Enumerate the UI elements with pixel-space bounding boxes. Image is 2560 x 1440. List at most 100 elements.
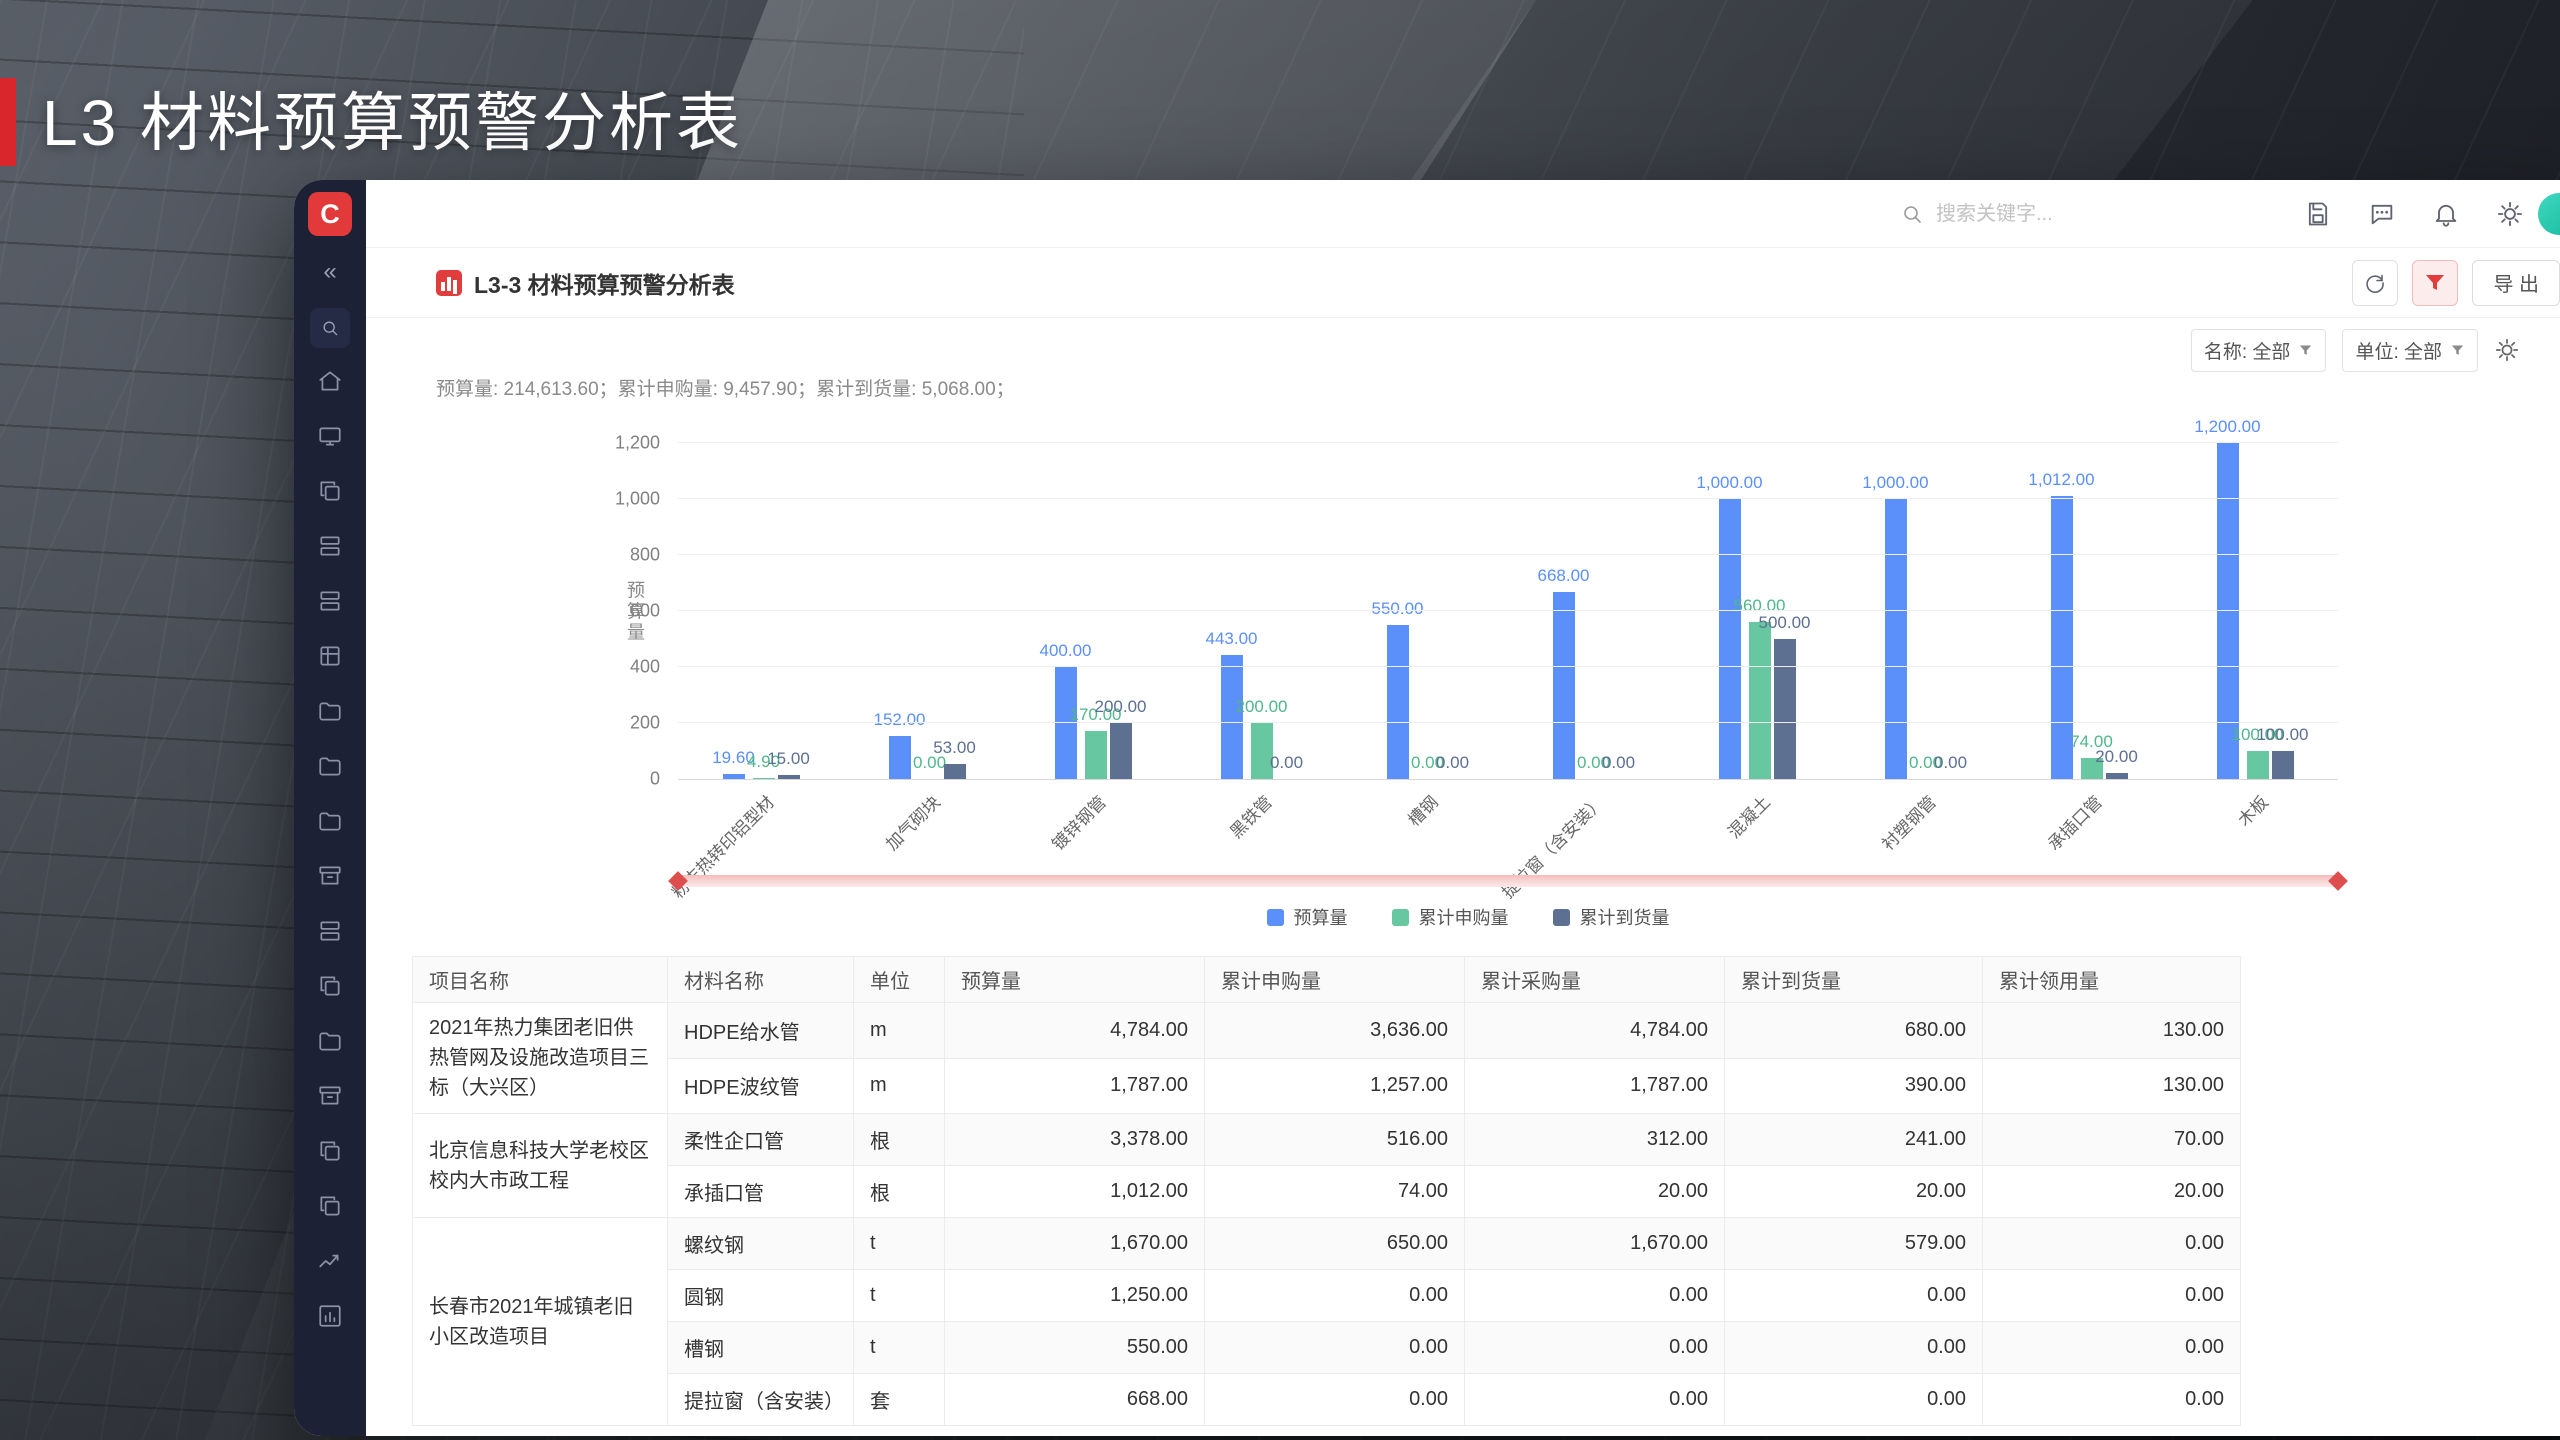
name-filter-dropdown[interactable]: 名称: 全部 (2190, 328, 2327, 372)
arrival-bar-slot: 20.00 (2095, 444, 2138, 779)
unit-filter-dropdown[interactable]: 单位: 全部 (2342, 328, 2478, 372)
arrival-cell[interactable]: 390.00 (1724, 1057, 1983, 1114)
archive-icon[interactable] (317, 863, 343, 889)
chart-icon[interactable] (317, 1303, 343, 1329)
app-logo[interactable]: C (308, 192, 352, 236)
requisition-bar[interactable] (1748, 622, 1771, 779)
arrival-bar[interactable] (1109, 723, 1132, 779)
purchase-cell[interactable]: 0.00 (1464, 1269, 1725, 1322)
layers-icon[interactable] (317, 533, 343, 559)
folder-icon[interactable] (317, 698, 343, 724)
usage-cell[interactable]: 20.00 (1982, 1165, 2241, 1218)
user-avatar[interactable] (2538, 193, 2560, 235)
folder-icon[interactable] (317, 753, 343, 779)
slider-track[interactable] (678, 875, 2338, 887)
budget-bar[interactable] (1220, 655, 1243, 779)
usage-cell[interactable]: 130.00 (1982, 1057, 2241, 1114)
usage-cell[interactable]: 70.00 (1982, 1113, 2241, 1166)
copy-icon[interactable] (317, 1193, 343, 1219)
budget-bar[interactable] (2050, 496, 2073, 779)
gear-icon[interactable] (2496, 200, 2524, 228)
message-icon[interactable] (2368, 200, 2396, 228)
requisition-cell[interactable]: 1,257.00 (1204, 1057, 1465, 1114)
budget-bar[interactable] (1552, 592, 1575, 779)
budget-cell[interactable]: 1,670.00 (944, 1217, 1205, 1270)
requisition-cell[interactable]: 3,636.00 (1204, 1002, 1465, 1059)
arrival-cell[interactable]: 0.00 (1724, 1269, 1983, 1322)
legend-item-budget[interactable]: 预算量 (1266, 904, 1348, 930)
budget-bar[interactable] (888, 736, 911, 779)
export-button[interactable]: 导 出 (2472, 259, 2560, 306)
sidebar-collapse-icon[interactable]: « (323, 260, 336, 284)
requisition-cell[interactable]: 0.00 (1204, 1269, 1465, 1322)
filter-button[interactable] (2412, 259, 2459, 306)
budget-bar[interactable] (722, 774, 745, 779)
purchase-cell[interactable]: 0.00 (1464, 1373, 1725, 1426)
budget-cell[interactable]: 1,012.00 (944, 1165, 1205, 1218)
copy-icon[interactable] (317, 478, 343, 504)
legend-item-arrival[interactable]: 累计到货量 (1552, 904, 1670, 930)
budget-cell[interactable]: 550.00 (944, 1321, 1205, 1374)
y-axis-tick: 200 (629, 712, 660, 733)
arrival-bar[interactable] (2271, 751, 2294, 779)
requisition-bar[interactable] (1084, 731, 1107, 779)
table-icon[interactable] (317, 643, 343, 669)
folder-icon[interactable] (317, 808, 343, 834)
usage-cell[interactable]: 0.00 (1982, 1373, 2241, 1426)
copy-icon[interactable] (317, 973, 343, 999)
home-icon[interactable] (317, 368, 343, 394)
chart-range-slider[interactable] (668, 871, 2348, 891)
requisition-bar[interactable] (2246, 751, 2269, 779)
layers-icon[interactable] (317, 918, 343, 944)
arrival-bar[interactable] (943, 764, 966, 779)
column-settings-button[interactable] (2494, 337, 2520, 363)
budget-cell[interactable]: 1,787.00 (944, 1057, 1205, 1114)
archive-icon[interactable] (317, 1083, 343, 1109)
arrival-cell[interactable]: 241.00 (1724, 1113, 1983, 1166)
budget-cell[interactable]: 3,378.00 (944, 1113, 1205, 1166)
copy-icon[interactable] (317, 1138, 343, 1164)
usage-cell[interactable]: 0.00 (1982, 1217, 2241, 1270)
sidebar-search-button[interactable] (310, 308, 350, 348)
budget-bar[interactable] (1884, 499, 1907, 779)
requisition-cell[interactable]: 74.00 (1204, 1165, 1465, 1218)
arrival-cell[interactable]: 680.00 (1724, 1002, 1983, 1059)
purchase-cell[interactable]: 20.00 (1464, 1165, 1725, 1218)
requisition-cell[interactable]: 516.00 (1204, 1113, 1465, 1166)
arrival-bar[interactable] (777, 775, 800, 779)
purchase-cell[interactable]: 1,670.00 (1464, 1217, 1725, 1270)
search-input[interactable] (1936, 202, 2236, 226)
folder-icon[interactable] (317, 1028, 343, 1054)
arrival-bar[interactable] (2105, 773, 2128, 779)
legend-item-requisition[interactable]: 累计申购量 (1391, 904, 1509, 930)
budget-bar[interactable] (1386, 625, 1409, 779)
usage-cell[interactable]: 0.00 (1982, 1321, 2241, 1374)
arrival-cell[interactable]: 579.00 (1724, 1217, 1983, 1270)
purchase-cell[interactable]: 0.00 (1464, 1321, 1725, 1374)
layers-icon[interactable] (317, 588, 343, 614)
budget-cell[interactable]: 668.00 (944, 1373, 1205, 1426)
requisition-bar[interactable] (752, 778, 775, 779)
purchase-cell[interactable]: 312.00 (1464, 1113, 1725, 1166)
budget-cell[interactable]: 1,250.00 (944, 1269, 1205, 1322)
refresh-button[interactable] (2352, 259, 2399, 306)
budget-bar[interactable] (1718, 499, 1741, 779)
arrival-cell[interactable]: 0.00 (1724, 1373, 1983, 1426)
arrival-bar[interactable] (1773, 639, 1796, 779)
usage-cell[interactable]: 0.00 (1982, 1269, 2241, 1322)
requisition-cell[interactable]: 0.00 (1204, 1373, 1465, 1426)
requisition-cell[interactable]: 650.00 (1204, 1217, 1465, 1270)
arrival-bar-slot: 500.00 (1759, 444, 1811, 779)
save-icon[interactable] (2304, 200, 2332, 228)
usage-cell[interactable]: 130.00 (1982, 1002, 2241, 1059)
bell-icon[interactable] (2432, 200, 2460, 228)
arrival-cell[interactable]: 0.00 (1724, 1321, 1983, 1374)
purchase-cell[interactable]: 1,787.00 (1464, 1057, 1725, 1114)
requisition-cell[interactable]: 0.00 (1204, 1321, 1465, 1374)
arrival-cell[interactable]: 20.00 (1724, 1165, 1983, 1218)
budget-cell[interactable]: 4,784.00 (944, 1002, 1205, 1059)
requisition-bar-slot: 4.90 (747, 444, 780, 779)
trend-icon[interactable] (317, 1248, 343, 1274)
monitor-icon[interactable] (317, 423, 343, 449)
purchase-cell[interactable]: 4,784.00 (1464, 1002, 1725, 1059)
